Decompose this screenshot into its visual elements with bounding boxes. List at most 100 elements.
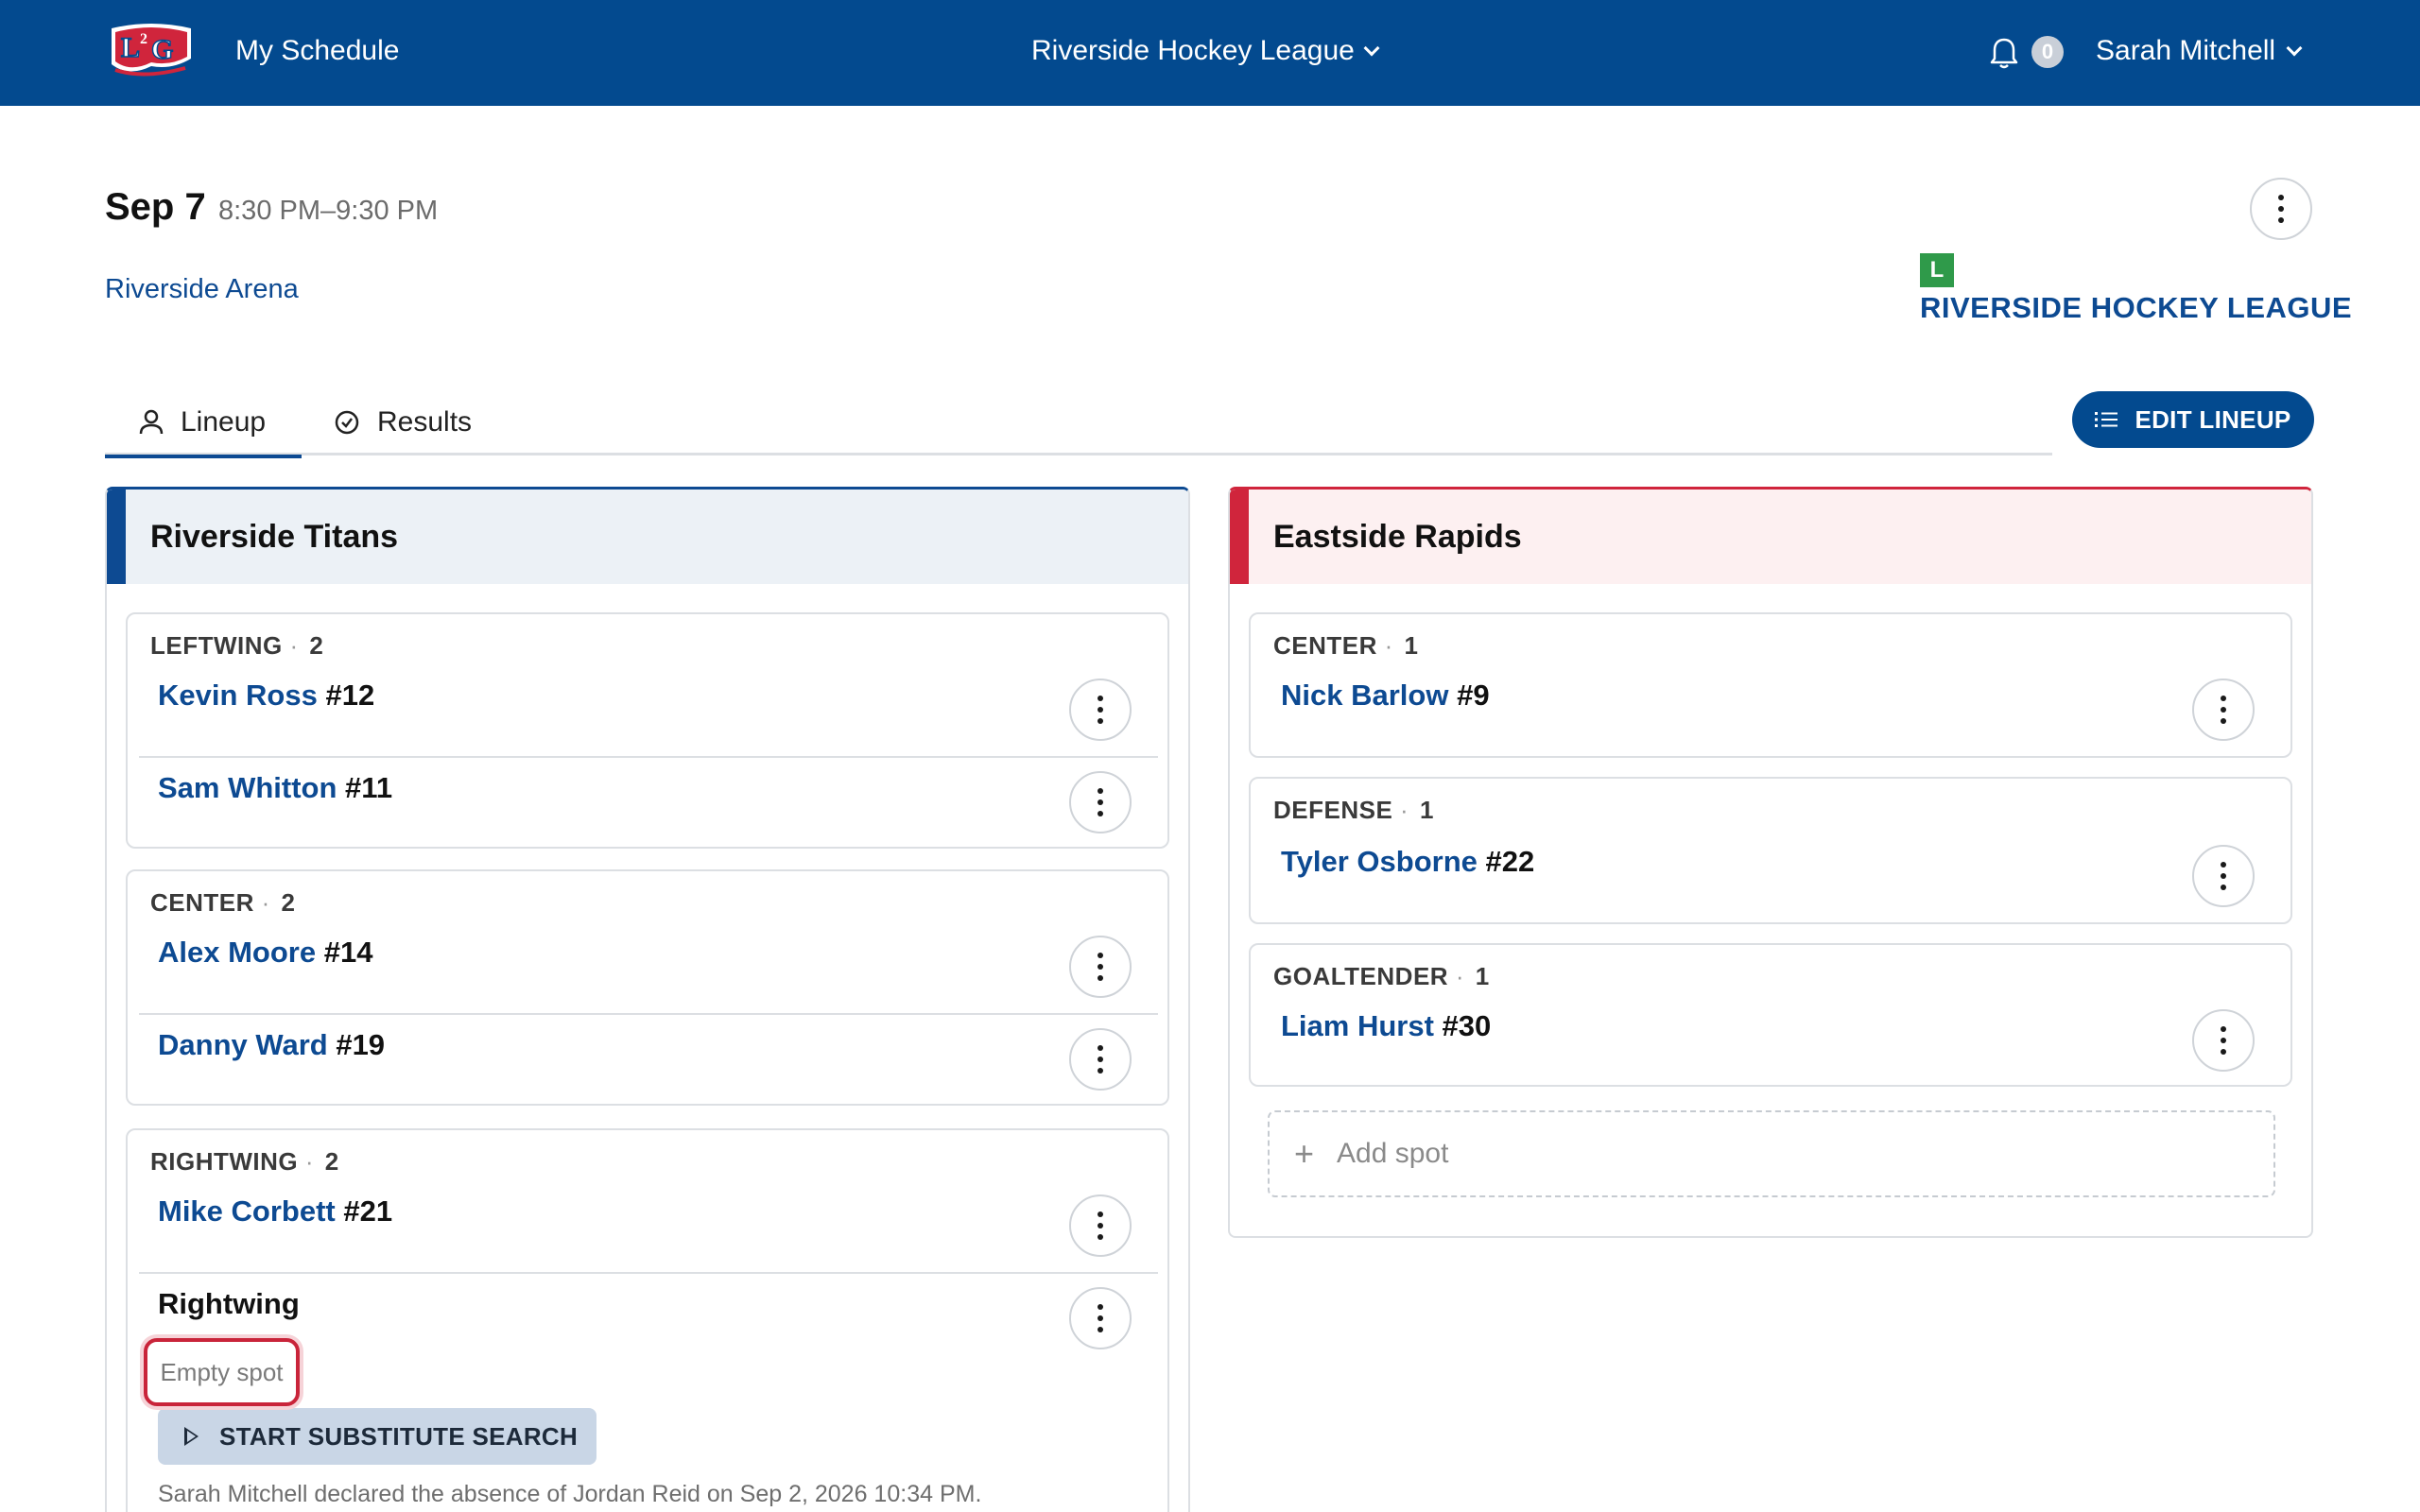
player-more-button[interactable] [1069,771,1132,833]
plus-icon: + [1294,1134,1315,1173]
home-team-header: Riverside Titans [107,490,1188,584]
player-more-button[interactable] [1069,1028,1132,1091]
player-number: #21 [343,1194,393,1228]
player-number: #12 [325,679,375,712]
home-team-name: Riverside Titans [150,518,399,555]
player-name-link[interactable]: Mike Corbett [158,1194,336,1228]
player-more-button[interactable] [1069,679,1132,741]
league-switcher-label: Riverside Hockey League [1031,35,1355,66]
start-substitute-search-label: START SUBSTITUTE SEARCH [219,1421,579,1451]
row-divider [139,1272,1158,1274]
position-count: 1 [1475,962,1490,990]
player-more-button[interactable] [2192,1009,2255,1072]
position-count: 1 [1404,631,1419,660]
position-group-leftwing: LEFTWING · 2 Kevin Ross #12 Sam Whitton … [126,612,1169,849]
position-count: 2 [309,631,324,660]
user-name: Sarah Mitchell [2096,35,2276,66]
position-header: CENTER · 2 [150,888,296,918]
player-name-link[interactable]: Tyler Osborne [1281,845,1478,878]
tab-bar: Lineup Results [105,389,2052,458]
more-vertical-icon [1098,696,1103,724]
position-group-center: CENTER · 1 Nick Barlow #9 [1249,612,2292,758]
position-separator: · [1455,962,1464,990]
tab-results-label: Results [377,406,473,438]
league-name-link[interactable]: RIVERSIDE HOCKEY LEAGUE [1920,289,2352,327]
top-nav-bar: L 2 G My Schedule Riverside Hockey Leagu… [0,0,2420,106]
player-row: Nick Barlow #9 [1281,677,1490,714]
add-spot-label: Add spot [1337,1138,1449,1169]
start-substitute-search-button[interactable]: START SUBSTITUTE SEARCH [158,1408,596,1465]
player-row: Liam Hurst #30 [1281,1007,1491,1045]
position-count: 1 [1419,796,1434,824]
tab-results[interactable]: Results [334,389,472,455]
svg-text:G: G [151,34,173,65]
position-header: GOALTENDER · 1 [1273,962,1490,991]
add-spot-button[interactable]: + Add spot [1268,1110,2275,1197]
event-time: 8:30 PM–9:30 PM [218,196,439,226]
team-color-stripe [1230,490,1249,584]
position-label: CENTER [150,888,254,917]
edit-lineup-button[interactable]: EDIT LINEUP [2072,391,2314,448]
position-group-goaltender: GOALTENDER · 1 Liam Hurst #30 [1249,943,2292,1087]
chevron-down-icon [2286,40,2303,57]
venue-link[interactable]: Riverside Arena [105,271,299,307]
player-row: Alex Moore #14 [158,934,372,971]
absence-note: Sarah Mitchell declared the absence of J… [158,1481,982,1507]
player-more-button[interactable] [1069,1194,1132,1257]
away-team-name: Eastside Rapids [1273,518,1522,555]
team-color-stripe [107,490,126,584]
position-separator: · [1384,631,1393,660]
more-vertical-icon [2221,862,2226,890]
player-name-link[interactable]: Danny Ward [158,1028,328,1061]
more-vertical-icon [2221,696,2226,724]
more-vertical-icon [1098,1304,1103,1332]
tab-lineup-label: Lineup [181,405,267,438]
player-more-button[interactable] [2192,845,2255,907]
position-count: 2 [324,1147,339,1176]
event-more-button[interactable] [2250,178,2312,240]
position-separator: · [289,631,299,660]
more-vertical-icon [2278,195,2284,223]
away-team-card: Eastside Rapids CENTER · 1 Nick Barlow #… [1228,487,2313,1238]
bell-icon[interactable] [1989,36,2019,70]
league-switcher[interactable]: Riverside Hockey League [1031,32,1380,70]
more-vertical-icon [1098,788,1103,816]
player-name-link[interactable]: Nick Barlow [1281,679,1448,712]
app-logo[interactable]: L 2 G [106,21,197,83]
away-team-header: Eastside Rapids [1230,490,2311,584]
player-number: #9 [1457,679,1490,712]
user-menu[interactable]: Sarah Mitchell [2096,32,2303,70]
svg-text:L: L [121,32,140,63]
play-icon [184,1427,199,1446]
row-divider [139,1013,1158,1015]
player-row: Tyler Osborne #22 [1281,843,1534,881]
player-name-link[interactable]: Liam Hurst [1281,1009,1434,1042]
player-row: Sam Whitton #11 [158,769,392,807]
position-separator: · [304,1147,315,1176]
more-vertical-icon [1098,1045,1103,1074]
player-more-button[interactable] [1069,936,1132,998]
player-number: #19 [336,1028,386,1061]
player-row: Danny Ward #19 [158,1026,385,1064]
person-icon [139,409,164,434]
list-icon [2095,412,2118,427]
player-number: #30 [1442,1009,1492,1042]
position-group-defense: DEFENSE · 1 Tyler Osborne #22 [1249,777,2292,924]
player-row: Kevin Ross #12 [158,677,374,714]
player-more-button[interactable] [2192,679,2255,741]
player-name-link[interactable]: Sam Whitton [158,771,337,804]
player-number: #22 [1485,845,1535,878]
player-name-link[interactable]: Kevin Ross [158,679,318,712]
edit-lineup-label: EDIT LINEUP [2135,404,2291,434]
empty-slot-more-button[interactable] [1069,1287,1132,1349]
position-group-center: CENTER · 2 Alex Moore #14 Danny Ward #19 [126,869,1169,1106]
more-vertical-icon [1098,1211,1103,1240]
position-label: CENTER [1273,631,1377,660]
tab-lineup[interactable]: Lineup [105,389,302,458]
position-label: LEFTWING [150,631,283,660]
my-schedule-link[interactable]: My Schedule [235,32,399,70]
chevron-down-icon [1363,40,1380,57]
position-header: DEFENSE · 1 [1273,796,1434,825]
player-name-link[interactable]: Alex Moore [158,936,316,969]
position-group-rightwing: RIGHTWING · 2 Mike Corbett #21 Rightwing… [126,1128,1169,1512]
